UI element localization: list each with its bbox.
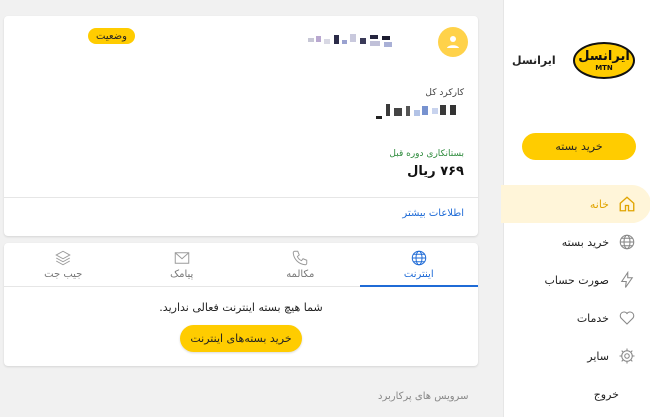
more-info-link[interactable]: اطلاعات بیشتر — [402, 208, 464, 219]
tab-internet[interactable]: اینترنت — [359, 243, 479, 287]
redacted-usage-amount — [376, 104, 456, 119]
sidebar-item-other[interactable]: سایر — [504, 337, 650, 375]
usage-label: کارکرد کل — [425, 88, 464, 98]
globe-icon — [617, 232, 637, 252]
logo-sub: MTN — [595, 63, 613, 72]
logo-text: ایرانسل — [578, 48, 630, 64]
heart-icon — [617, 308, 637, 328]
avatar[interactable] — [438, 27, 468, 57]
status-badge[interactable]: وضعیت — [88, 28, 135, 44]
sidebar-item-services[interactable]: خدمات — [504, 299, 650, 337]
sidebar-item-label: خانه — [589, 197, 609, 211]
previous-credit-label: بستانکاری دوره قبل — [389, 149, 464, 159]
sidebar-item-buy-package[interactable]: خرید بسته — [504, 223, 650, 261]
redacted-name — [308, 34, 392, 47]
home-icon — [617, 194, 637, 214]
sidebar-item-home[interactable]: خانه — [501, 185, 650, 223]
sidebar-item-label: خرید بسته — [561, 235, 609, 249]
packages-card: جیب جت پیامک مکالمه اینترنت شما هیچ بسته… — [4, 243, 478, 366]
previous-credit-value: ۷۶۹ ریال — [407, 164, 464, 179]
irancell-logo[interactable]: ایرانسل MTN — [573, 42, 635, 79]
bolt-icon — [617, 270, 637, 290]
user-icon — [447, 36, 459, 48]
sidebar-item-label: خدمات — [576, 311, 609, 325]
tab-sms[interactable]: پیامک — [123, 243, 242, 286]
logout-label: خروج — [593, 387, 619, 401]
popular-services-title: سرویس های پرکاربرد — [378, 391, 469, 402]
tab-label: پیامک — [170, 269, 194, 280]
sidebar-nav: خانه خرید بسته صورت حساب خدمات سایر خروج — [501, 185, 650, 413]
buy-internet-button[interactable]: خرید بسته‌های اینترنت — [180, 325, 302, 352]
package-tabs: جیب جت پیامک مکالمه اینترنت — [4, 243, 478, 287]
divider — [4, 197, 478, 198]
no-internet-message: شما هیچ بسته اینترنت فعالی ندارید. — [159, 301, 323, 314]
tab-label: جیب جت — [44, 269, 83, 280]
tab-label: اینترنت — [403, 269, 434, 280]
account-card: وضعیت کارکرد کل بستانکاری دوره قبل ۷۶۹ ر… — [4, 16, 478, 236]
tab-calls[interactable]: مکالمه — [241, 243, 360, 286]
tab-label: مکالمه — [286, 269, 315, 280]
globe-icon — [411, 250, 426, 266]
sidebar: ایرانسل ایرانسل MTN خرید بسته خانه خرید … — [501, 0, 650, 417]
brand-row: ایرانسل ایرانسل MTN — [504, 42, 650, 82]
brand-name: ایرانسل — [512, 54, 556, 67]
logout-button[interactable]: خروج — [504, 375, 650, 413]
envelope-icon — [174, 252, 189, 264]
sidebar-item-billing[interactable]: صورت حساب — [504, 261, 650, 299]
gear-icon — [617, 346, 637, 366]
sidebar-item-label: سایر — [587, 349, 609, 363]
tab-jibjet[interactable]: جیب جت — [4, 243, 123, 286]
sidebar-item-label: صورت حساب — [544, 273, 609, 287]
layers-icon — [55, 250, 72, 266]
buy-package-button[interactable]: خرید بسته — [522, 133, 636, 160]
phone-icon — [293, 250, 308, 266]
